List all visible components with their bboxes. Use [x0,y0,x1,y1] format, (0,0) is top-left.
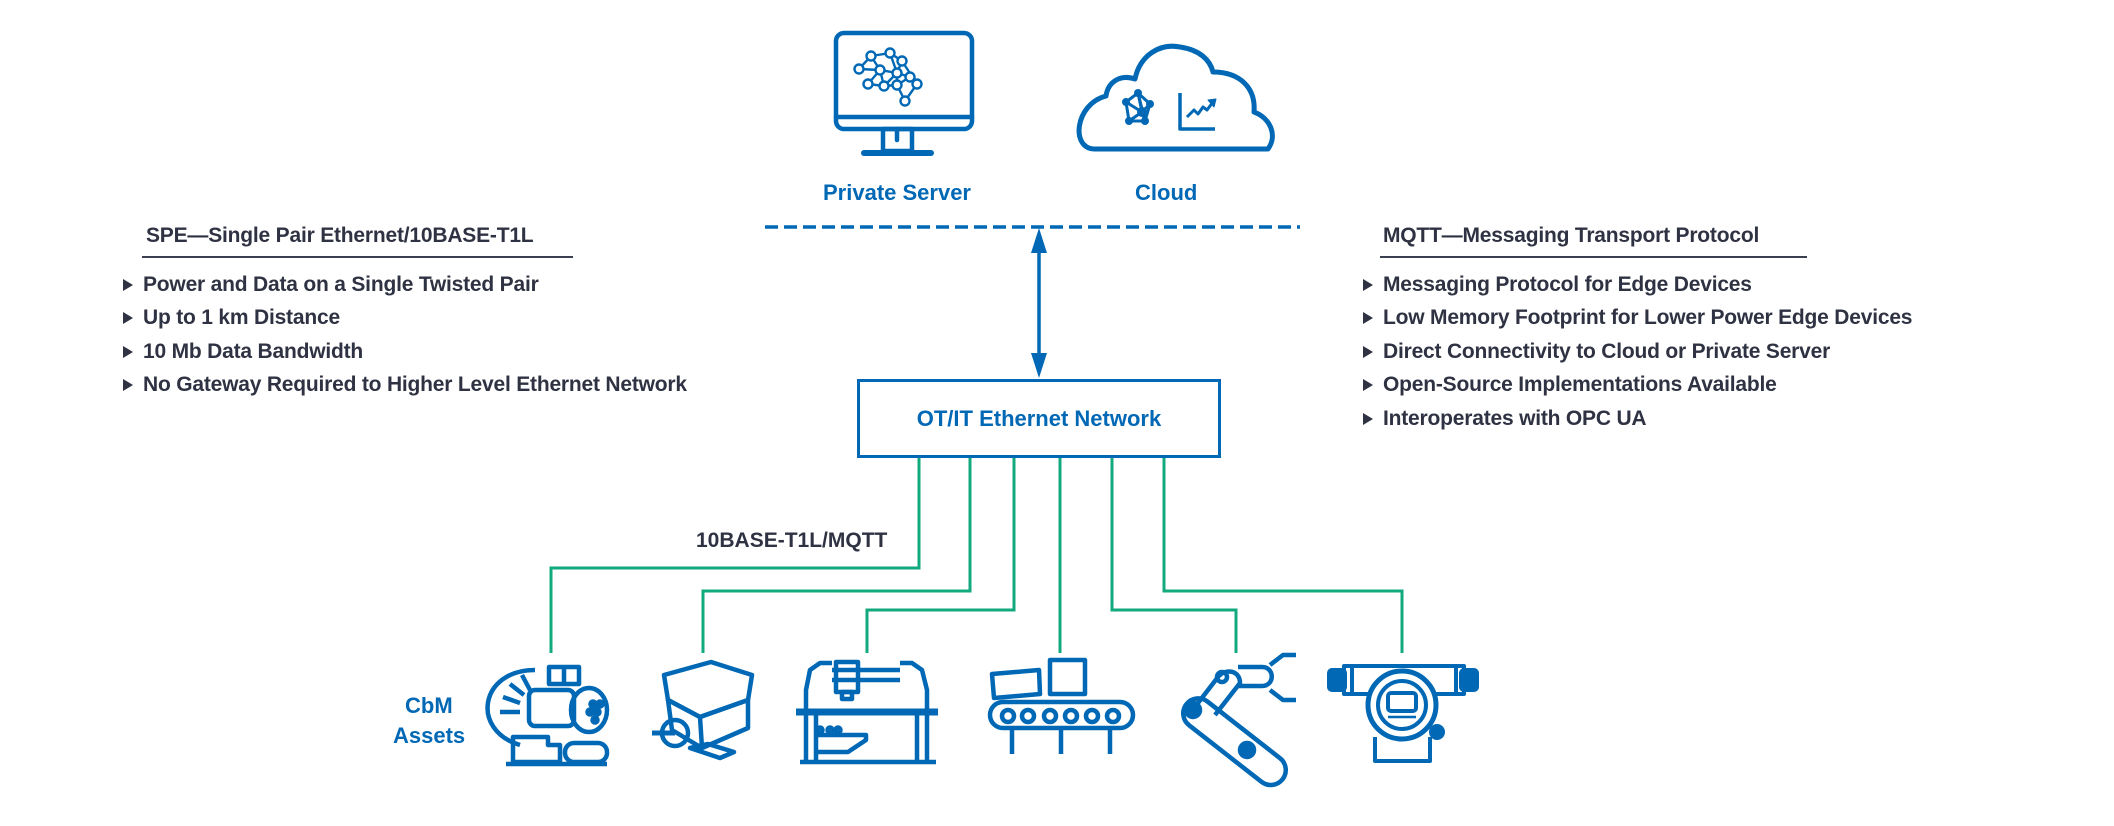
bullet-triangle-icon [1363,312,1373,325]
mqtt-heading: MQTT—Messaging Transport Protocol [1383,224,1760,247]
spe-heading: SPE—Single Pair Ethernet/10BASE-T1L [146,224,534,247]
bullet-triangle-icon [123,279,133,291]
bullet-triangle-icon [1363,412,1373,425]
cbm-assets-label-line1: CbM [405,693,453,718]
mqtt-bullet: Interoperates with OPC UA [1363,402,1912,435]
cloud-label: Cloud [1135,180,1198,205]
conveyor-belt-icon [987,657,1136,754]
spe-bullet: No Gateway Required to Higher Level Ethe… [123,368,687,401]
spe-heading-rule [142,256,573,258]
bullet-triangle-icon [1363,279,1373,291]
link-protocol-label: 10BASE-T1L/MQTT [696,529,888,552]
bidirectional-arrow-icon [1031,228,1047,378]
mqtt-bullet: Direct Connectivity to Cloud or Private … [1363,335,1912,368]
pressure-transmitter-icon [1327,664,1479,763]
spe-bullet: 10 Mb Data Bandwidth [123,335,687,368]
spe-bullet: Power and Data on a Single Twisted Pair [123,268,687,301]
cbm-assets-label-line2: Assets [393,723,466,748]
link-lines [549,458,1404,653]
bullet-triangle-icon [123,345,133,358]
mqtt-heading-rule [1380,256,1807,258]
private-server-label: Private Server [823,180,971,205]
bullet-triangle-icon [123,379,133,392]
link-motor [701,458,972,653]
turbine-icon [485,664,610,767]
ot-it-network-box: OT/IT Ethernet Network [857,379,1221,458]
link-robot [1110,458,1238,653]
link-transmitter [1162,458,1404,653]
electric-motor-icon [652,659,755,761]
mqtt-bullet-list: Messaging Protocol for Edge Devices Low … [1363,268,1912,435]
bullet-triangle-icon [1363,379,1373,392]
link-turbine [549,458,921,653]
mqtt-bullet: Low Memory Footprint for Lower Power Edg… [1363,301,1912,334]
cnc-machine-icon [796,659,938,765]
ot-it-network-label: OT/IT Ethernet Network [916,405,1162,431]
bullet-triangle-icon [1363,345,1373,358]
robot-arm-icon [1181,652,1296,788]
spe-bullet-list: Power and Data on a Single Twisted Pair … [123,268,687,402]
spe-bullet: Up to 1 km Distance [123,301,687,334]
bullet-triangle-icon [123,312,133,325]
link-cnc [865,458,1016,653]
cloud-analytics-icon [1076,43,1275,152]
monitor-neural-network-icon [833,30,975,156]
mqtt-bullet: Messaging Protocol for Edge Devices [1363,268,1912,301]
mqtt-bullet: Open-Source Implementations Available [1363,368,1912,401]
